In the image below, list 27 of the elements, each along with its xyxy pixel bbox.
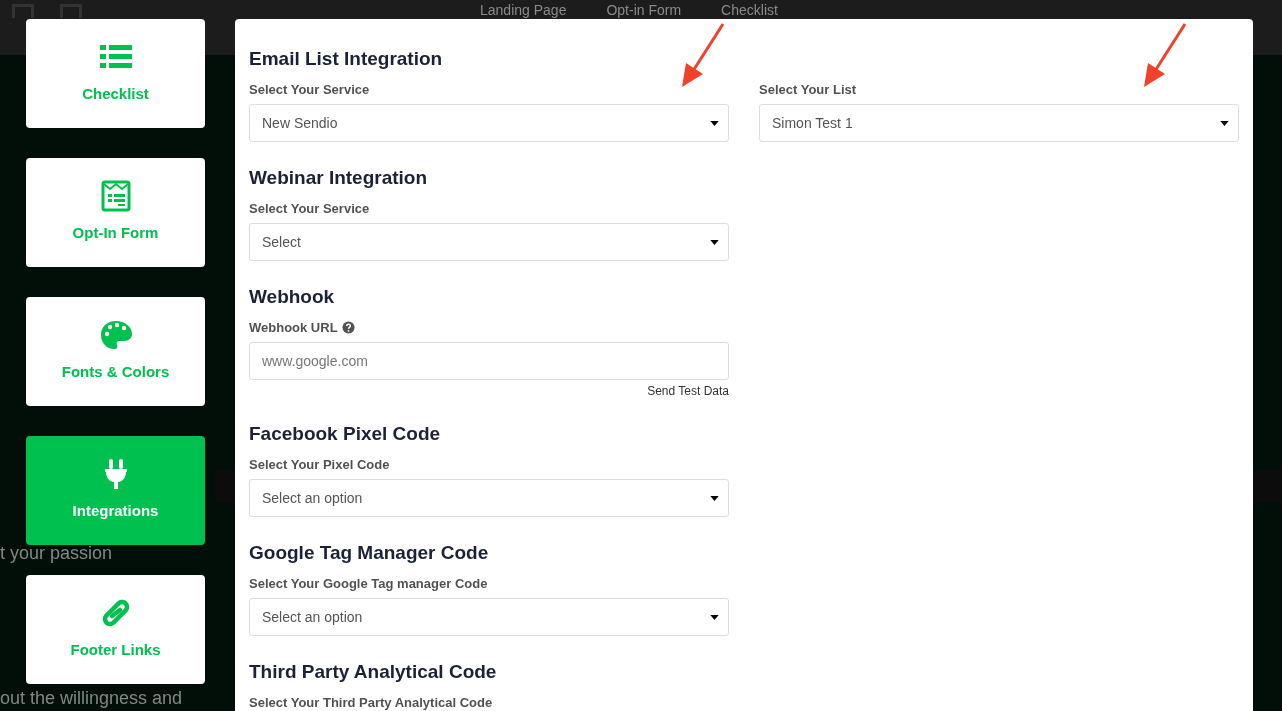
field-label: Select Your Service xyxy=(249,82,370,97)
background-text: out the willingness and xyxy=(0,687,183,710)
dropdown[interactable]: Select an option xyxy=(249,598,729,636)
section-title: Google Tag Manager Code xyxy=(249,541,490,565)
nav-link-text[interactable]: Landing Page xyxy=(480,3,567,18)
dropdown[interactable]: Select xyxy=(249,223,729,261)
help-icon[interactable] xyxy=(341,321,355,334)
nav-link-text[interactable]: Checklist xyxy=(721,3,778,18)
field-label: Webhook URL xyxy=(249,320,338,335)
field-label: Select Your Google Tag manager Code xyxy=(249,576,488,591)
background-text: t your passion xyxy=(0,542,113,565)
dropdown[interactable]: Simon Test 1 xyxy=(759,104,1239,142)
palette-icon xyxy=(98,319,133,352)
nav-link-text[interactable]: Opt-in Form xyxy=(606,3,682,18)
dropdown[interactable]: New Sendio xyxy=(249,104,729,142)
section-title: Third Party Analytical Code xyxy=(249,660,498,684)
section-title: Email List Integration xyxy=(249,47,444,71)
field-label: Select Your Service xyxy=(249,201,370,216)
section-title: Facebook Pixel Code xyxy=(249,422,442,446)
field-label: Select Your List xyxy=(759,82,857,97)
section-title: Webhook xyxy=(249,285,336,309)
section-title: Webinar Integration xyxy=(249,166,429,190)
dropdown[interactable]: Select an option xyxy=(249,479,729,517)
send-test-data-link[interactable]: Send Test Data xyxy=(647,384,729,398)
field-label: Select Your Third Party Analytical Code xyxy=(249,695,493,710)
field-label: Select Your Pixel Code xyxy=(249,457,390,472)
url-input[interactable]: www.google.com xyxy=(249,342,729,380)
